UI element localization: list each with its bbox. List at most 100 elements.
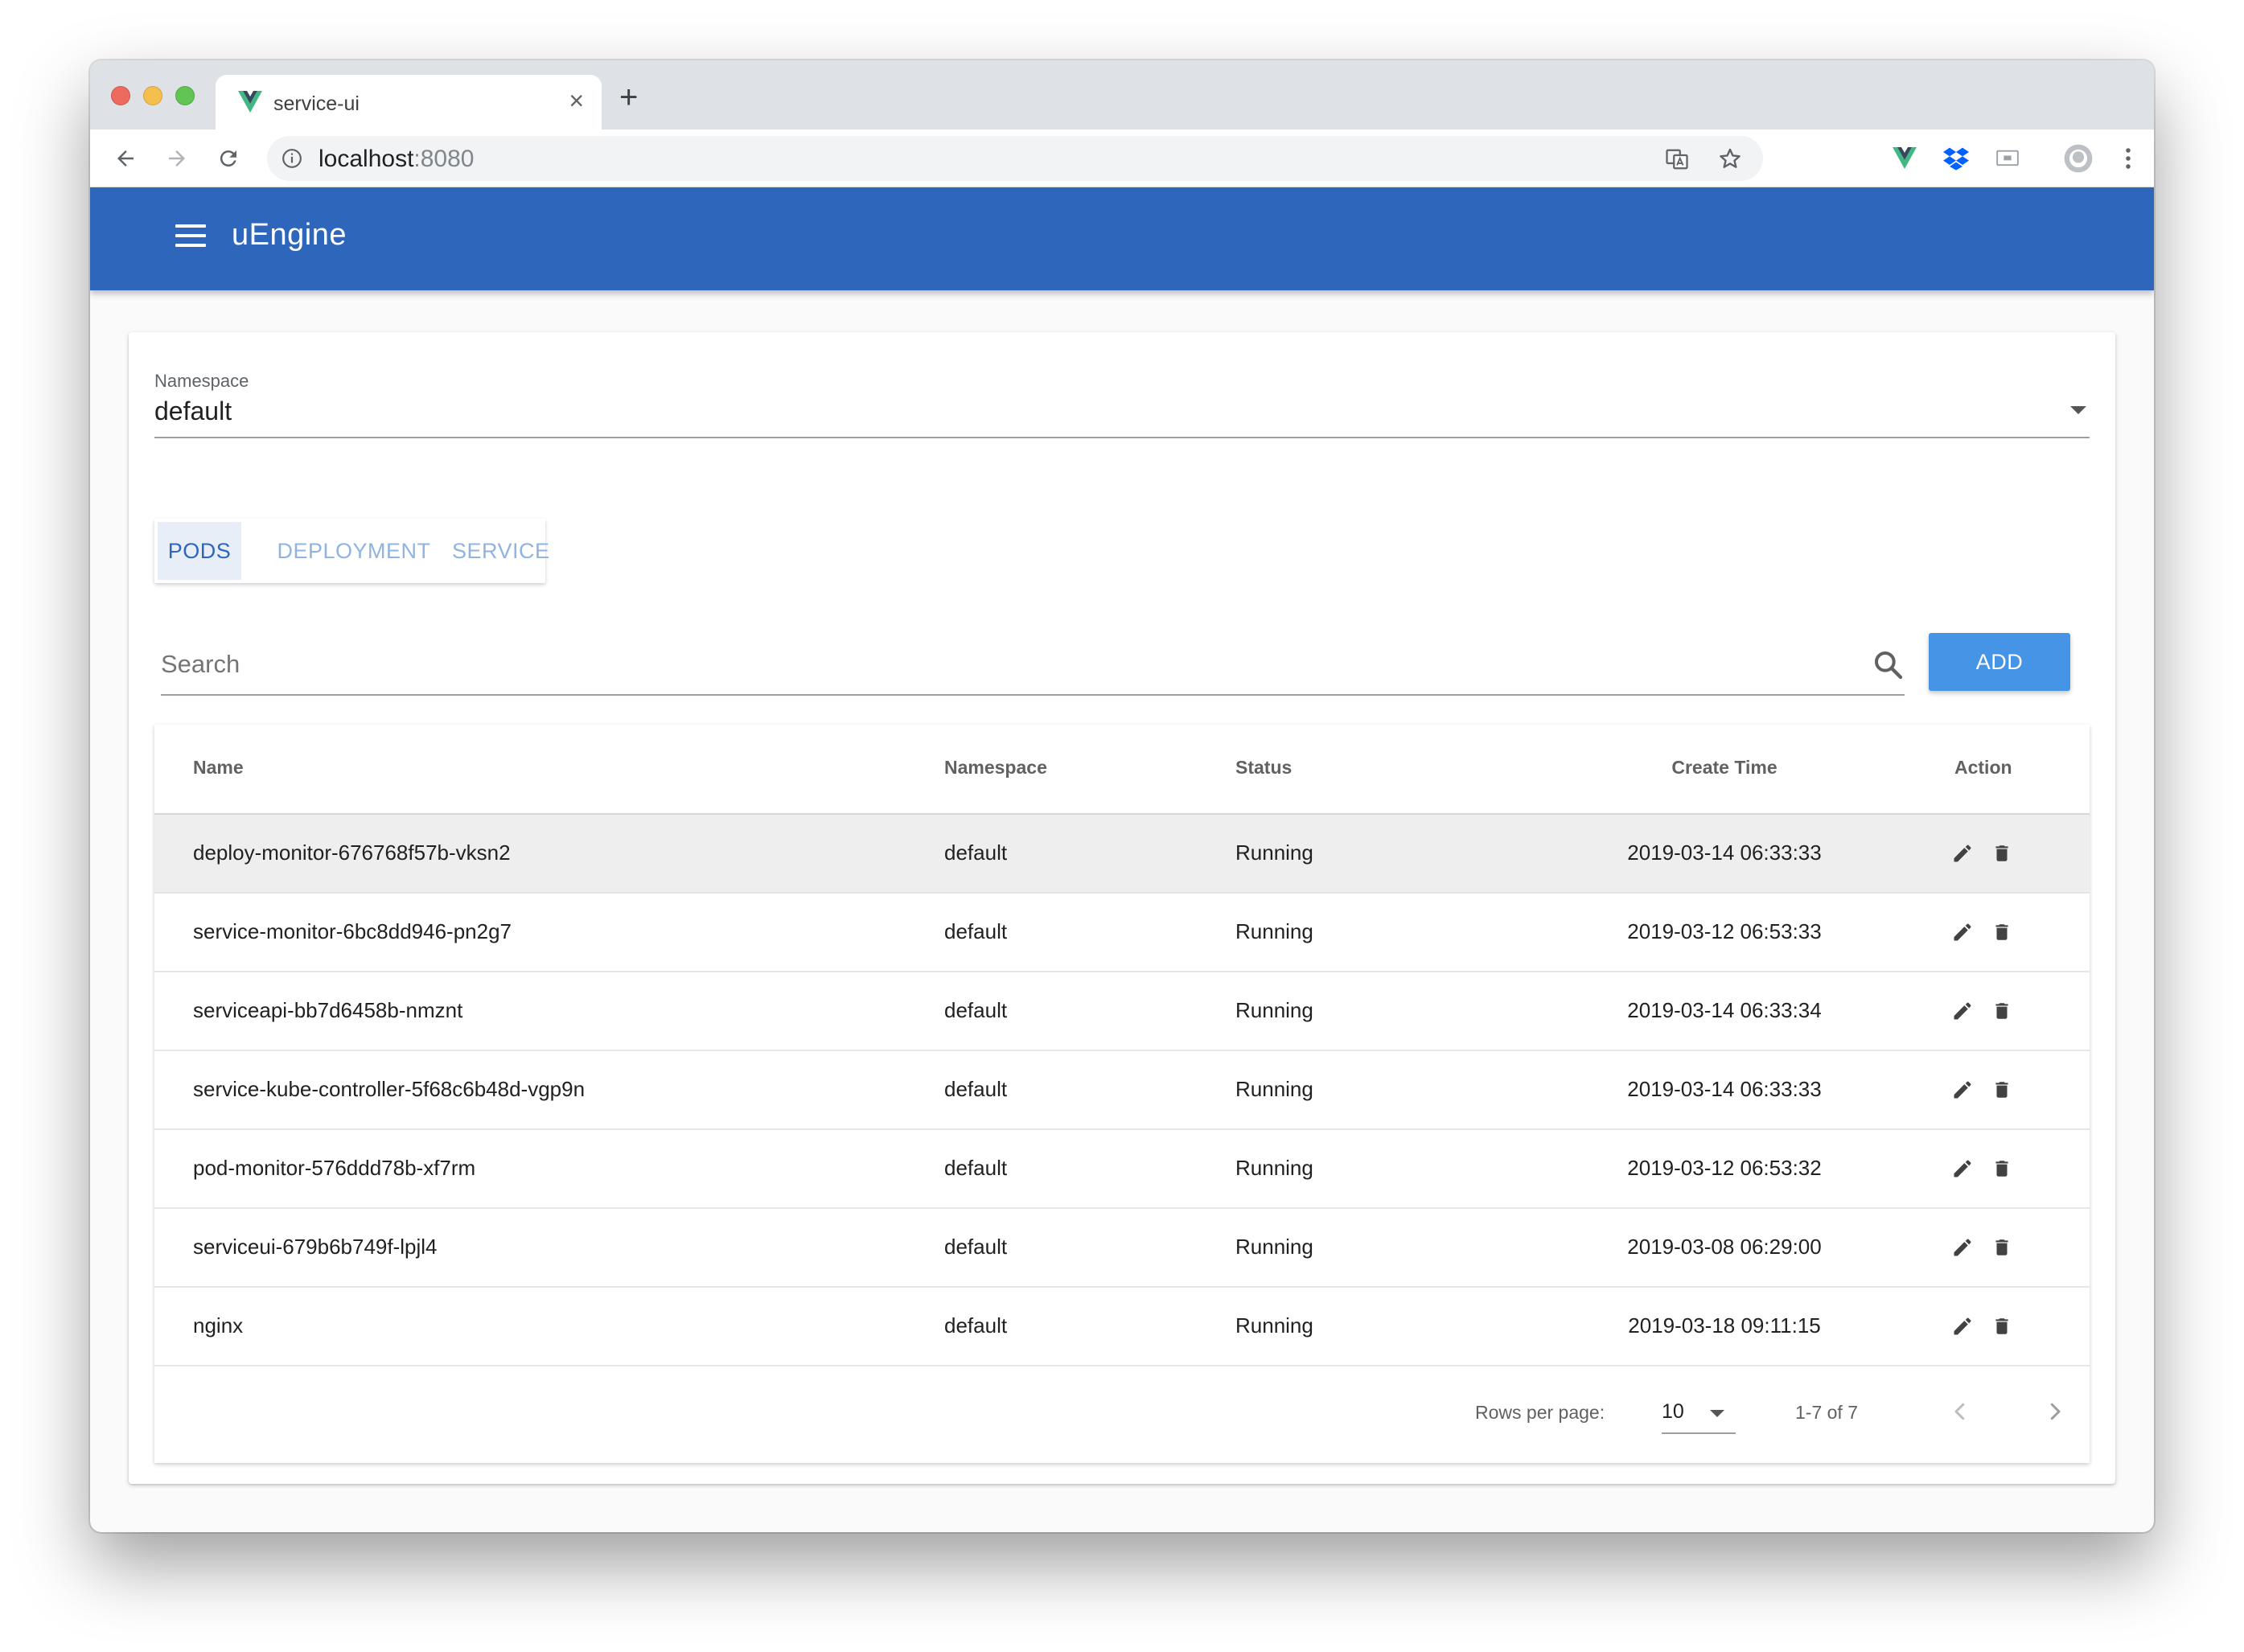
rows-per-page-label: Rows per page: [1475,1402,1605,1423]
delete-icon[interactable] [1991,921,2012,943]
rows-per-page-select[interactable]: 10 [1662,1392,1736,1434]
pod-create-time: 2019-03-14 06:33:33 [1627,840,1822,865]
pod-status: Running [1235,919,1313,943]
pod-namespace: default [944,919,1008,943]
cast-extension-icon[interactable] [1991,142,2024,175]
table-row[interactable]: deploy-monitor-676768f57b-vksn2 default … [154,815,2090,894]
caret-down-icon[interactable] [2070,406,2086,414]
edit-icon[interactable] [1951,1315,1974,1338]
pod-name: deploy-monitor-676768f57b-vksn2 [193,840,511,865]
edit-icon[interactable] [1951,1000,1974,1022]
resource-tabs: PODS DEPLOYMENT SERVICE [154,519,549,583]
chevron-right-icon[interactable] [2043,1397,2067,1426]
pod-namespace: default [944,1235,1008,1259]
table-pagination: Rows per page: 10 1-7 of 7 [154,1360,2090,1463]
browser-toolbar: localhost:8080 [90,129,2154,187]
pod-namespace: default [944,998,1008,1022]
pod-create-time: 2019-03-18 09:11:15 [1628,1313,1821,1338]
pod-name: nginx [193,1313,244,1338]
pod-namespace: default [944,1313,1008,1338]
tab-title: service-ui [273,92,360,115]
pod-create-time: 2019-03-12 06:53:33 [1627,919,1822,943]
delete-icon[interactable] [1991,842,2012,865]
search-input[interactable] [161,644,1850,684]
table-row[interactable]: service-kube-controller-5f68c6b48d-vgp9n… [154,1051,2090,1130]
pod-status: Running [1235,998,1313,1022]
table-row[interactable]: serviceui-679b6b749f-lpjl4 default Runni… [154,1209,2090,1288]
header-namespace[interactable]: Namespace [944,757,1047,779]
header-name[interactable]: Name [193,757,244,779]
table-row[interactable]: serviceapi-bb7d6458b-nmznt default Runni… [154,972,2090,1051]
pods-table: Name Namespace Status Create Time Action… [154,725,2090,1463]
delete-icon[interactable] [1991,1079,2012,1101]
pod-create-time: 2019-03-12 06:53:32 [1627,1156,1822,1180]
address-bar[interactable]: localhost:8080 [267,136,1763,181]
app-header: uEngine [90,187,2154,290]
pod-name: serviceui-679b6b749f-lpjl4 [193,1235,438,1259]
delete-icon[interactable] [1991,1315,2012,1338]
app-title: uEngine [232,218,347,252]
tab-service[interactable]: SERVICE [452,519,549,583]
close-window-button[interactable] [111,86,130,105]
delete-icon[interactable] [1991,1236,2012,1259]
url-host: localhost [319,146,414,172]
namespace-label: Namespace [154,371,249,391]
vue-logo-icon [238,91,262,113]
tab-close-icon[interactable]: × [569,88,584,113]
tab-deployment[interactable]: DEPLOYMENT [259,519,449,583]
caret-down-icon[interactable] [1710,1410,1724,1417]
delete-icon[interactable] [1991,1157,2012,1180]
pod-namespace: default [944,1156,1008,1180]
tab-pods[interactable]: PODS [158,522,241,580]
dropbox-extension-icon[interactable] [1940,142,1972,175]
search-icon[interactable] [1872,649,1905,681]
pod-status: Running [1235,1156,1313,1180]
chevron-left-icon[interactable] [1948,1397,1972,1426]
back-icon[interactable] [109,142,142,175]
pod-create-time: 2019-03-14 06:33:33 [1627,1077,1822,1101]
delete-icon[interactable] [1991,1000,2012,1022]
add-button[interactable]: ADD [1929,633,2070,691]
table-row[interactable]: pod-monitor-576ddd78b-xf7rm default Runn… [154,1130,2090,1209]
browser-menu-icon[interactable] [2112,142,2144,175]
reload-icon[interactable] [212,142,245,175]
url-text: localhost:8080 [319,146,474,173]
table-row[interactable]: nginx default Running 2019-03-18 09:11:1… [154,1288,2090,1366]
pod-name: service-kube-controller-5f68c6b48d-vgp9n [193,1077,586,1101]
pod-name: service-monitor-6bc8dd946-pn2g7 [193,919,512,943]
edit-icon[interactable] [1951,1157,1974,1180]
pod-status: Running [1235,1235,1313,1259]
edit-icon[interactable] [1951,842,1974,865]
edit-icon[interactable] [1951,1079,1974,1101]
maximize-window-button[interactable] [175,86,195,105]
profile-avatar-icon[interactable] [2062,142,2094,175]
pods-card: Namespace default PODS DEPLOYMENT SERVIC… [129,332,2115,1484]
bookmark-star-icon[interactable] [1716,146,1744,173]
pod-status: Running [1235,1313,1313,1338]
pod-name: serviceapi-bb7d6458b-nmznt [193,998,463,1022]
browser-window: service-ui × + localhost:8080 uEngine Na… [90,60,2154,1532]
browser-tab[interactable]: service-ui × [216,75,602,129]
edit-icon[interactable] [1951,1236,1974,1259]
pod-status: Running [1235,1077,1313,1101]
header-action: Action [1954,757,2012,778]
pod-namespace: default [944,1077,1008,1101]
table-header: Name Namespace Status Create Time Action [154,725,2090,815]
namespace-value[interactable]: default [154,397,232,426]
url-port: :8080 [413,146,475,172]
header-status[interactable]: Status [1235,757,1292,779]
header-create-time[interactable]: Create Time [1531,757,1917,779]
rows-per-page-value: 10 [1662,1400,1684,1423]
new-tab-button[interactable]: + [619,81,638,113]
tab-strip: service-ui × + [90,60,2154,129]
pod-create-time: 2019-03-14 06:33:34 [1627,998,1822,1022]
menu-icon[interactable] [175,224,206,249]
forward-icon[interactable] [161,142,193,175]
namespace-underline [154,437,2090,438]
translate-icon[interactable] [1663,146,1691,173]
minimize-window-button[interactable] [143,86,162,105]
edit-icon[interactable] [1951,921,1974,943]
info-icon[interactable] [282,148,302,169]
table-row[interactable]: service-monitor-6bc8dd946-pn2g7 default … [154,894,2090,972]
vue-devtools-extension-icon[interactable] [1888,142,1921,175]
